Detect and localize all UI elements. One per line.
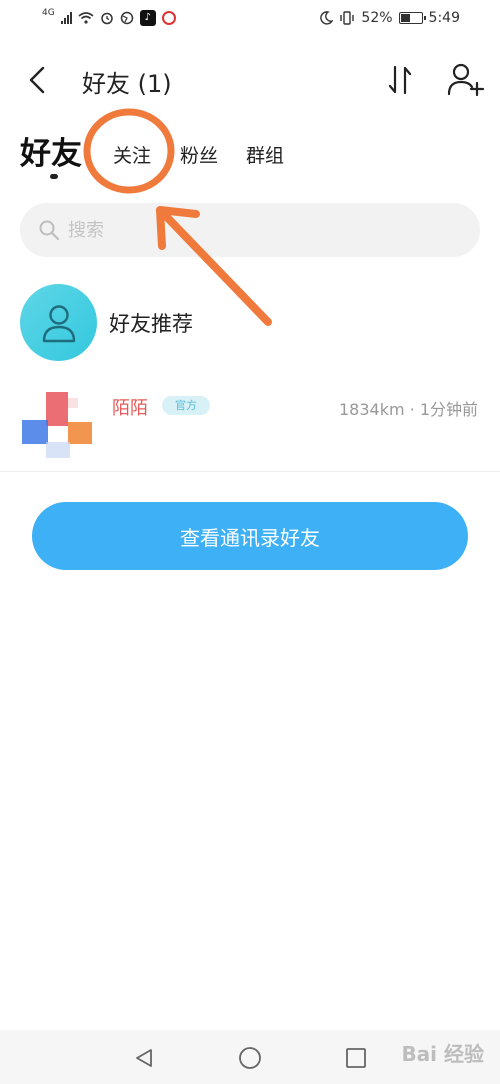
view-contacts-button[interactable]: 查看通讯录好友 — [32, 502, 468, 570]
sort-button[interactable] — [384, 62, 416, 98]
official-badge: 官方 — [162, 396, 210, 415]
search-input[interactable] — [68, 203, 458, 257]
network-type: 4G — [42, 8, 55, 18]
battery-percent: 52% — [361, 10, 393, 26]
tab-bar: 好友 关注 粉丝 群组 — [0, 124, 500, 184]
user-icon — [42, 304, 75, 342]
header: 好友 (1) — [0, 52, 500, 108]
battery-icon — [398, 12, 426, 24]
tab-fans[interactable]: 粉丝 — [180, 141, 218, 168]
square-recents-icon — [346, 1048, 366, 1068]
add-user-icon — [447, 63, 485, 96]
tab-friends[interactable]: 好友 — [20, 128, 82, 173]
friend-list-item[interactable]: 陌陌 官方 1834km · 1分钟前 — [0, 384, 500, 472]
friend-name: 陌陌 — [112, 398, 148, 419]
search-bar[interactable] — [20, 203, 480, 257]
circle-home-icon — [239, 1047, 261, 1069]
recommend-label: 好友推荐 — [109, 312, 193, 336]
back-button[interactable] — [22, 62, 52, 98]
vibrate-icon — [340, 11, 355, 25]
wifi-icon — [78, 12, 94, 24]
tab-indicator — [50, 174, 58, 179]
tab-follow[interactable]: 关注 — [113, 141, 151, 168]
status-bar: 4G ♪ 52% 5:49 — [0, 0, 500, 40]
alarm-icon — [100, 12, 113, 25]
tiktok-icon: ♪ — [139, 10, 156, 26]
nav-back-button[interactable] — [130, 1044, 158, 1072]
triangle-back-icon — [136, 1049, 152, 1067]
moon-icon — [320, 11, 334, 25]
recommend-avatar — [20, 284, 97, 361]
search-icon — [39, 220, 60, 241]
signal-icon — [60, 12, 72, 24]
status-right: 52% 5:49 — [319, 10, 460, 26]
clock: 5:49 — [428, 10, 460, 26]
friend-recommend-row[interactable]: 好友推荐 — [0, 284, 500, 364]
sort-icon — [388, 65, 412, 95]
nav-home-button[interactable] — [236, 1044, 264, 1072]
chevron-left-icon — [29, 66, 45, 94]
momo-logo — [22, 392, 92, 458]
friend-meta: 1834km · 1分钟前 — [338, 400, 478, 419]
globe-icon — [120, 11, 133, 25]
tab-groups[interactable]: 群组 — [246, 141, 284, 168]
nav-recents-button[interactable] — [342, 1044, 370, 1072]
watermark: Bai 经验 — [401, 1042, 484, 1066]
add-friend-button[interactable] — [446, 60, 486, 98]
battery-fill — [400, 14, 411, 22]
system-nav-bar: Bai 经验 — [0, 1030, 500, 1084]
status-left: 4G ♪ — [42, 8, 176, 26]
weibo-icon — [161, 11, 176, 25]
page-title: 好友 (1) — [82, 70, 172, 98]
